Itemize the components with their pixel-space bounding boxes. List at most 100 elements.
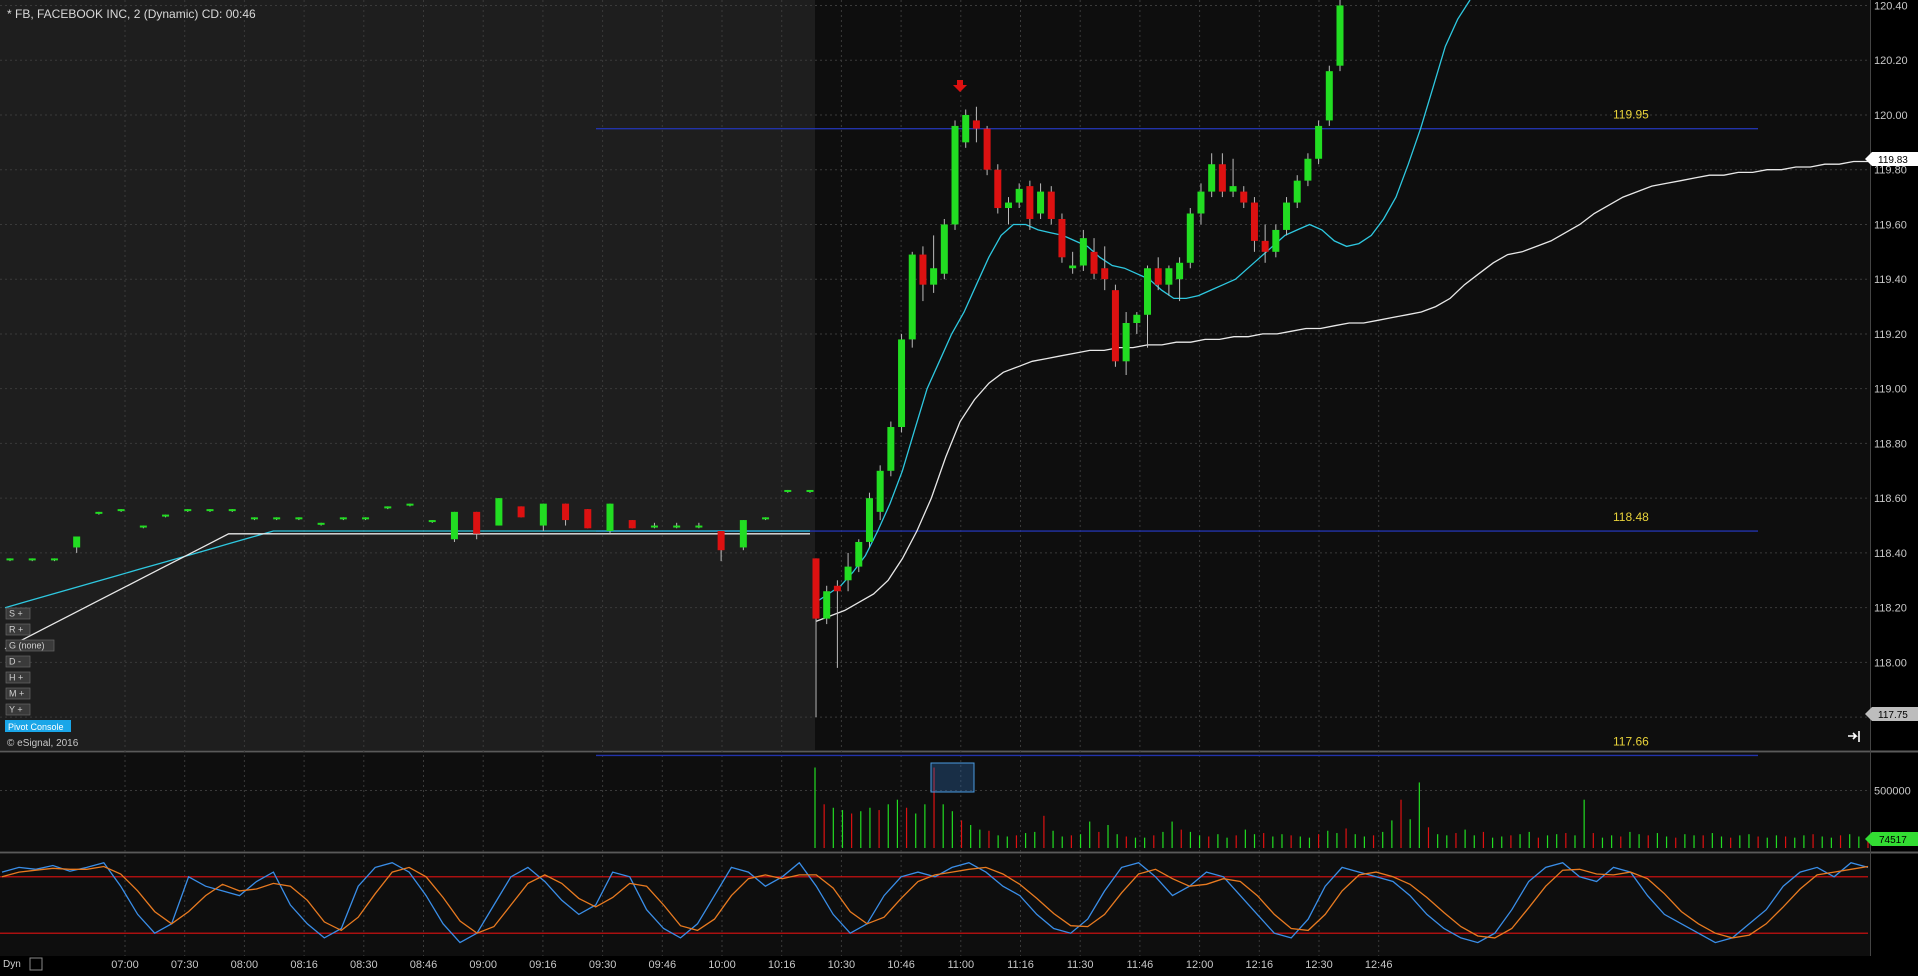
pivot-console-button[interactable]: Pivot Console [5,720,71,732]
side-button-label: G (none) [9,641,45,651]
price-tick-label: 119.40 [1874,274,1907,286]
candle-up [930,268,938,285]
candle-up [139,525,147,528]
candle-up [1004,202,1012,209]
price-tick-label: 118.60 [1874,493,1907,505]
candle-up [428,520,436,523]
candle-up [162,514,170,517]
side-button-label: S + [9,609,23,619]
secondary-price-box: 117.75 [1865,707,1918,721]
time-tick-label: 09:16 [529,959,557,971]
time-tick-label: 11:16 [1007,959,1034,971]
candle-up [50,558,58,561]
time-tick-label: 08:00 [231,959,259,971]
candle-up [206,509,214,512]
time-tick-label: 09:46 [649,959,677,971]
candle-up [1272,229,1280,252]
candle-down [919,254,927,285]
time-tick-label: 12:16 [1246,959,1274,971]
candle-down [1111,290,1119,362]
time-tick-label: 10:30 [828,959,856,971]
candle-up [250,517,258,520]
candle-up [1336,5,1344,66]
candle-down [1090,251,1098,274]
candle-up [184,509,192,512]
premarket-shading [0,0,815,750]
time-tick-label: 08:16 [290,959,318,971]
candle-up [1293,180,1301,203]
candle-down [562,503,570,521]
price-tick-label: 120.20 [1874,55,1908,67]
side-button[interactable]: S + [5,607,31,620]
time-tick-label: 09:30 [589,959,617,971]
candle-down [983,128,991,170]
candle-down [1101,268,1109,280]
side-button[interactable]: M + [5,687,31,700]
current-price-box: 119.83 [1865,152,1918,166]
price-tick-label: 119.60 [1874,219,1907,231]
candle-up [1325,71,1333,121]
candle-up [273,517,281,520]
pivot-level-label: 117.66 [1613,734,1649,748]
candle-up [898,339,906,428]
copyright-text: © eSignal, 2016 [7,738,79,749]
chart-canvas: 119.95 118.48 117.66 07:00 07:30 08:00 08:16 0… [0,0,1918,976]
candle-up [1079,238,1087,266]
candle-down [812,558,820,619]
candle-up [1304,158,1312,181]
candle-up [695,525,703,528]
candle-up [940,224,948,274]
stochastic-pane-background [0,854,1870,956]
side-button[interactable]: H + [5,671,31,684]
candle-up [823,591,831,619]
side-button[interactable]: D - [5,655,31,668]
side-button[interactable]: Y + [5,703,31,716]
price-tick-label: 119.00 [1874,384,1907,396]
candle-up [1144,268,1152,315]
side-button[interactable]: G (none) [5,639,55,652]
candle-down [1026,186,1034,219]
candle-up [844,566,852,581]
time-tick-label: 10:46 [887,959,915,971]
time-tick-label: 10:00 [708,959,736,971]
time-tick-label: 11:00 [947,959,974,971]
time-tick-label: 11:30 [1067,959,1094,971]
side-button-label: Y + [9,705,23,715]
side-button-label: D - [9,657,21,667]
candle-up [855,541,863,567]
candle-up [1283,202,1291,230]
price-tick-label: 118.00 [1874,657,1907,669]
candle-up [1015,188,1023,203]
price-axis-background [1870,0,1918,956]
candle-up [6,558,14,561]
candle-up [1186,213,1194,263]
candle-up [317,522,325,525]
candle-down [833,585,841,592]
time-tick-label: 12:00 [1186,959,1214,971]
candle-down [1154,268,1162,285]
candle-up [1229,186,1237,192]
volume-current-label: 74517 [1879,835,1907,846]
dyn-label: Dyn [3,959,21,970]
time-tick-label: 12:46 [1365,959,1393,971]
price-tick-label: 119.80 [1874,165,1907,177]
pivot-console-label: Pivot Console [8,722,64,732]
time-tick-label: 10:16 [768,959,796,971]
volume-current-box: 74517 [1865,832,1918,846]
price-tick-label: 118.40 [1874,548,1907,560]
candle-down [473,511,481,534]
candle-down [1047,191,1055,219]
candle-up [95,511,103,514]
price-tick-label: 119.20 [1874,329,1907,341]
candle-up [1165,268,1173,285]
pivot-level-label: 118.48 [1613,510,1649,524]
candle-down [584,509,592,529]
side-button-label: R + [9,625,23,635]
side-button[interactable]: R + [5,623,31,636]
candle-up [1208,164,1216,192]
volume-highlight-box[interactable] [930,762,975,793]
current-price-label: 119.83 [1878,155,1908,166]
price-tick-label: 120.40 [1874,0,1908,12]
time-tick-label: 08:30 [350,959,378,971]
candle-up [606,503,614,532]
